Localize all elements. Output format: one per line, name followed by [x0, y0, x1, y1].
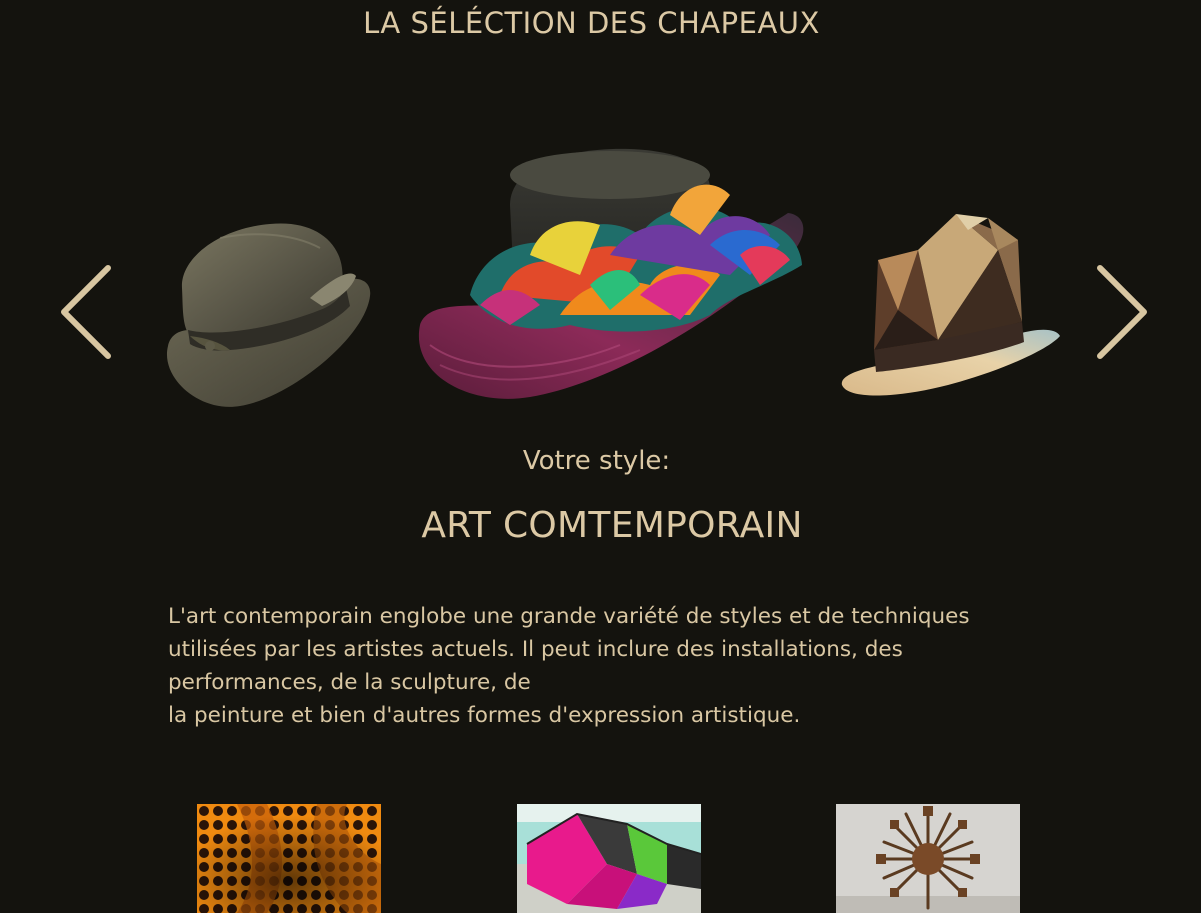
- gallery-image-dots[interactable]: [197, 804, 381, 913]
- chevron-left-icon: [61, 265, 111, 359]
- style-label: Votre style:: [522, 446, 671, 476]
- page: LA SÉLÉCTION DES CHAPEAUX Votre style: A…: [0, 0, 1201, 913]
- style-name: ART COMTEMPORAIN: [421, 505, 803, 546]
- description-line: utilisées par les artistes actuels. Il p…: [168, 637, 903, 662]
- hat-fedora-image[interactable]: [160, 218, 374, 412]
- carousel-prev-button[interactable]: [56, 262, 116, 362]
- hat-colorful-image[interactable]: [410, 145, 810, 403]
- style-description: L'art contemporain englobe une grande va…: [168, 600, 1028, 732]
- gallery-image-chairs-sculpture[interactable]: [836, 804, 1020, 913]
- gallery-image-neon-installation[interactable]: [517, 804, 701, 913]
- description-line: L'art contemporain englobe une grande va…: [168, 604, 970, 629]
- description-line: performances, de la sculpture, de: [168, 670, 531, 695]
- chevron-right-icon: [1097, 265, 1147, 359]
- description-line: la peinture et bien d'autres formes d'ex…: [168, 703, 801, 728]
- page-title: LA SÉLÉCTION DES CHAPEAUX: [363, 6, 820, 40]
- hat-geometric-image[interactable]: [838, 210, 1063, 398]
- carousel-next-button[interactable]: [1092, 262, 1152, 362]
